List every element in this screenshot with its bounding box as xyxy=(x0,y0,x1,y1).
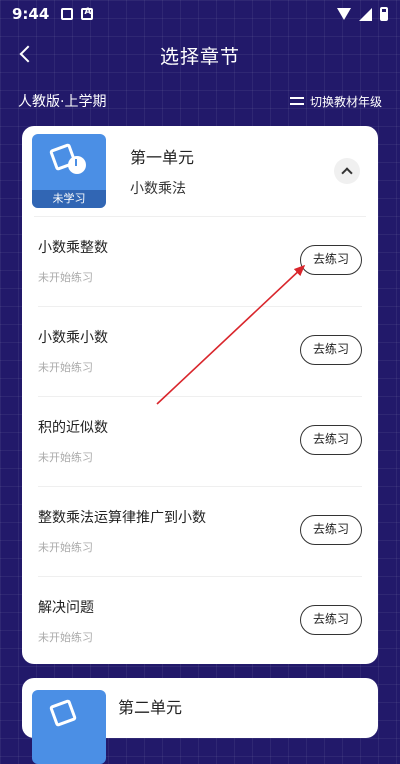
unit-header[interactable]: 未学习 第一单元 小数乘法 xyxy=(32,126,366,217)
ruler-icon xyxy=(48,698,78,728)
switch-textbook-button[interactable]: 切换教材年级 xyxy=(289,93,382,110)
lesson-item: 整数乘法运算律推广到小数 未开始练习 去练习 xyxy=(38,487,362,577)
unit-title: 第一单元 xyxy=(130,148,195,167)
unit-card: 未学习 第一单元 小数乘法 小数乘整数 未开始练习 去练习 小数乘小数 未开始练… xyxy=(22,126,378,664)
switch-textbook-label: 切换教材年级 xyxy=(309,94,382,109)
lesson-status: 未开始练习 xyxy=(38,361,93,374)
textbook-bar: 人教版·上学期 切换教材年级 xyxy=(18,90,382,112)
lesson-title: 小数乘整数 xyxy=(38,240,108,256)
unit-card-next[interactable]: 第二单元 xyxy=(22,678,378,764)
lesson-item: 积的近似数 未开始练习 去练习 xyxy=(38,397,362,487)
practice-button[interactable]: 去练习 xyxy=(300,245,362,275)
swap-icon xyxy=(289,96,304,106)
lesson-title: 解决问题 xyxy=(38,600,94,616)
lesson-item: 解决问题 未开始练习 去练习 xyxy=(38,577,362,666)
practice-button[interactable]: 去练习 xyxy=(300,425,362,455)
unit-thumbnail xyxy=(32,690,106,764)
signal-icon xyxy=(359,7,372,21)
header: 选择章节 xyxy=(0,36,400,76)
unit-status-badge: 未学习 xyxy=(32,190,106,208)
unit-thumbnail: 未学习 xyxy=(32,134,106,208)
clock-icon xyxy=(68,156,86,174)
battery-icon xyxy=(380,7,388,21)
practice-button[interactable]: 去练习 xyxy=(300,605,362,635)
unit-subtitle: 小数乘法 xyxy=(130,181,186,197)
wifi-icon xyxy=(337,8,351,20)
lesson-status: 未开始练习 xyxy=(38,541,93,554)
collapse-chevron-up-icon[interactable] xyxy=(334,158,360,184)
lesson-title: 整数乘法运算律推广到小数 xyxy=(38,510,206,526)
lesson-item: 小数乘小数 未开始练习 去练习 xyxy=(38,307,362,397)
app-notification-icon xyxy=(81,7,94,20)
lesson-status: 未开始练习 xyxy=(38,451,93,464)
lesson-status: 未开始练习 xyxy=(38,631,93,644)
lesson-title: 积的近似数 xyxy=(38,420,108,436)
practice-button[interactable]: 去练习 xyxy=(300,515,362,545)
status-time: 9:44 xyxy=(12,5,50,23)
page-title: 选择章节 xyxy=(159,46,240,68)
lesson-title: 小数乘小数 xyxy=(38,330,108,346)
textbook-edition: 人教版·上学期 xyxy=(18,94,107,110)
lesson-status: 未开始练习 xyxy=(38,271,93,284)
status-bar: 9:44 xyxy=(0,0,400,28)
image-notification-icon xyxy=(61,8,74,20)
practice-button[interactable]: 去练习 xyxy=(300,335,362,365)
lesson-item: 小数乘整数 未开始练习 去练习 xyxy=(38,217,362,307)
unit-title: 第二单元 xyxy=(118,698,183,717)
